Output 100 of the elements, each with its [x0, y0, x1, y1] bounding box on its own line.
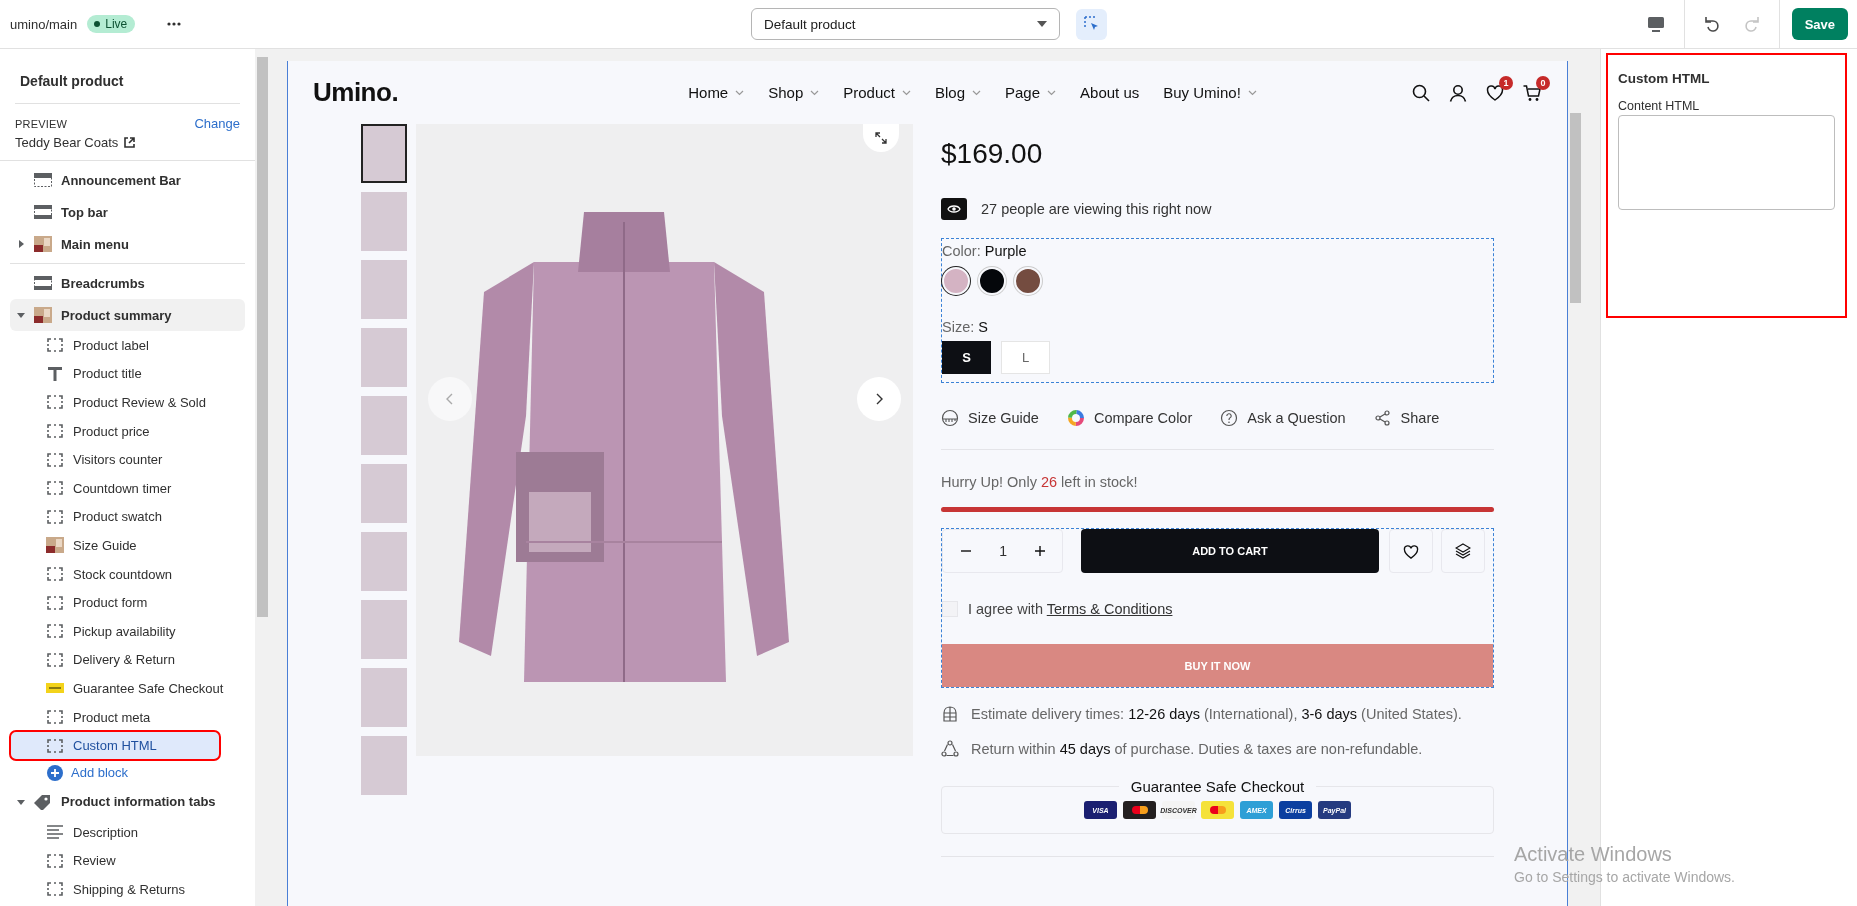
chevron-down-icon — [1047, 89, 1057, 96]
nav-link[interactable]: About us — [1080, 84, 1140, 101]
sidebar-item[interactable]: Stock countdown — [10, 559, 245, 589]
section-icon — [33, 172, 53, 188]
nav-link[interactable]: Product — [843, 84, 911, 101]
preview-product: Teddy Bear Coats — [15, 135, 119, 150]
inspector-button[interactable] — [1076, 8, 1107, 40]
sidebar-item[interactable]: Product form — [10, 588, 245, 617]
action-link[interactable]: Ask a Question — [1220, 409, 1346, 427]
sidebar-item[interactable]: Announcement Bar — [10, 164, 245, 196]
terms-link[interactable]: Terms & Conditions — [1046, 601, 1173, 617]
caret-icon[interactable] — [17, 797, 25, 806]
caret-icon — [1037, 21, 1047, 27]
expand-button[interactable] — [863, 124, 899, 152]
color-swatch[interactable] — [942, 267, 970, 295]
block-icon — [45, 623, 65, 640]
sidebar-item[interactable]: Product Review & Sold — [10, 388, 245, 417]
section-icon — [33, 204, 53, 220]
sidebar-item[interactable]: Product title — [10, 359, 245, 389]
block-icon — [45, 881, 65, 898]
sidebar-item[interactable]: Countdown timer — [10, 473, 245, 503]
ruler-icon — [941, 409, 959, 427]
block-icon — [45, 394, 65, 411]
sidebar-item[interactable]: Product information tabs — [10, 785, 245, 818]
heart-icon[interactable] — [1486, 83, 1504, 102]
block-icon — [45, 480, 65, 497]
share-icon — [1373, 409, 1392, 427]
external-link-icon[interactable] — [124, 137, 136, 148]
sidebar-item[interactable]: Visitors counter — [10, 445, 245, 474]
preview-label: PREVIEW — [15, 117, 68, 130]
eye-icon — [947, 204, 961, 214]
add-to-cart-button[interactable]: ADD TO CART — [1081, 529, 1379, 573]
image-thumbnail-icon — [45, 537, 65, 554]
size-option[interactable]: S — [942, 341, 991, 374]
block-icon — [45, 423, 65, 440]
block-icon — [45, 566, 65, 583]
plus-circle-icon — [47, 764, 63, 781]
sidebar-item[interactable]: Delivery & Return — [10, 645, 245, 675]
nav-link[interactable]: Shop — [768, 84, 820, 101]
sidebar-item[interactable]: Product price — [10, 416, 245, 446]
action-link[interactable]: Compare Color — [1066, 409, 1193, 427]
plus-icon[interactable] — [1034, 545, 1047, 557]
caret-icon[interactable] — [17, 311, 25, 319]
cursor-select-icon — [1083, 16, 1100, 32]
desktop-icon[interactable] — [1647, 16, 1664, 32]
viewers-text: 27 people are viewing this right now — [981, 201, 1212, 217]
quantity-stepper[interactable]: 1 — [942, 529, 1064, 573]
caret-icon[interactable] — [17, 240, 25, 248]
template-select[interactable]: Default product — [751, 8, 1060, 40]
sidebar-item[interactable]: Product label — [10, 331, 245, 360]
color-swatch[interactable] — [1014, 267, 1042, 295]
action-link[interactable]: Size Guide — [941, 409, 1039, 427]
sidebar-item[interactable]: Main menu — [10, 228, 245, 260]
sidebar-item[interactable]: Top bar — [10, 196, 245, 228]
sidebar-item[interactable]: Product summary — [10, 299, 245, 331]
sidebar-item[interactable]: Review — [10, 846, 245, 876]
sidebar-item[interactable]: Pickup availability — [10, 616, 245, 646]
theme-name: umino/main — [10, 16, 78, 32]
compare-button[interactable] — [1440, 529, 1485, 573]
cart-icon[interactable] — [1523, 83, 1541, 102]
user-icon[interactable] — [1449, 83, 1467, 102]
change-link[interactable]: Change — [194, 116, 240, 131]
nav-link[interactable]: Blog — [934, 84, 981, 101]
search-icon[interactable] — [1412, 83, 1430, 102]
sidebar-item[interactable]: Product meta — [10, 702, 245, 732]
color-swatch[interactable] — [978, 267, 1006, 295]
question-icon — [1220, 409, 1239, 427]
info-text: Estimate delivery times: 12-26 days (International), 3-6 days (United States). — [971, 706, 1462, 722]
sidebar-item[interactable]: Shipping & Returns — [10, 875, 245, 904]
sidebar-item[interactable]: Custom HTML — [10, 731, 220, 760]
nav-link[interactable]: Page — [1005, 84, 1057, 101]
size-option[interactable]: L — [1001, 341, 1050, 374]
sidebar-item[interactable]: Guarantee Safe Checkout — [10, 674, 245, 703]
chevron-right-icon — [875, 393, 883, 405]
wishlist-button[interactable] — [1388, 529, 1433, 573]
sidebar-item[interactable]: Size Guide — [10, 531, 245, 560]
save-button[interactable]: Save — [1791, 8, 1848, 40]
field-label: Content HTML — [1618, 99, 1701, 113]
size-label: Size: S — [942, 319, 989, 335]
tag-icon — [33, 793, 53, 810]
info-text: Return within 45 days of purchase. Duties & taxes are non-refundable. — [971, 741, 1423, 757]
photo-placeholder[interactable] — [361, 124, 407, 183]
sidebar-item[interactable]: Description — [10, 817, 245, 847]
block-icon — [45, 451, 65, 468]
more-icon[interactable] — [167, 22, 182, 26]
chevron-down-icon — [972, 89, 981, 96]
store-logo[interactable]: Umino. — [313, 77, 553, 108]
chevron-left-icon — [446, 393, 454, 405]
checkbox[interactable] — [942, 601, 958, 617]
html-input-field[interactable] — [1618, 115, 1835, 210]
sidebar-item[interactable]: Breadcrumbs — [10, 267, 245, 299]
guarantee-title: Guarantee Safe Checkout — [1129, 778, 1306, 795]
nav-link[interactable]: Buy Umino! — [1163, 84, 1257, 101]
redo-icon — [1743, 15, 1762, 33]
action-link[interactable]: Share — [1373, 409, 1440, 427]
add-block-link[interactable]: Add block — [10, 759, 245, 786]
count-badge: 1 — [1499, 75, 1513, 90]
sidebar-title: Default product — [15, 49, 240, 104]
nav-link[interactable]: Home — [688, 84, 745, 101]
sidebar-item[interactable]: Product swatch — [10, 502, 245, 532]
